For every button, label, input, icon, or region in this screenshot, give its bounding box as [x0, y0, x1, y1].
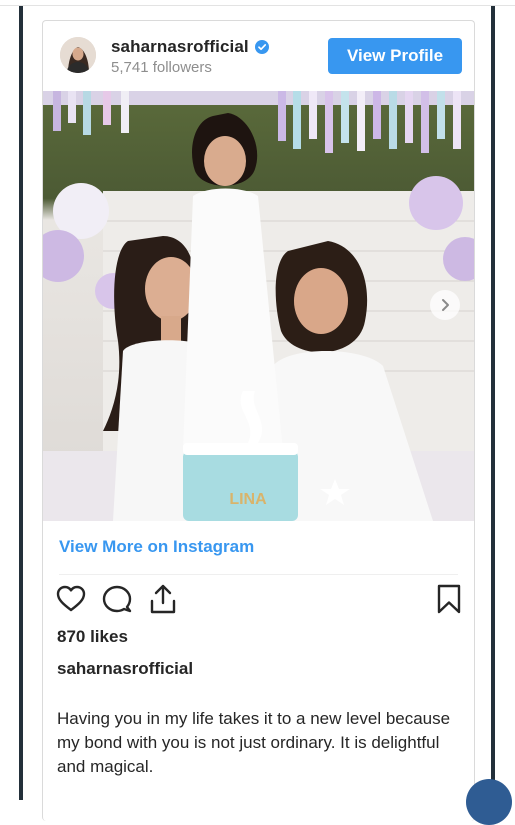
- post-caption: Having you in my life takes it to a new …: [57, 707, 457, 779]
- action-bar: [55, 583, 465, 619]
- view-profile-button[interactable]: View Profile: [328, 38, 462, 74]
- top-divider: [0, 5, 515, 6]
- embed-header: saharnasrofficial 5,741 followers View P…: [43, 21, 474, 91]
- avatar[interactable]: [60, 37, 96, 73]
- share-icon: [147, 583, 179, 615]
- floating-action-button[interactable]: [466, 779, 512, 825]
- likes-count[interactable]: 870 likes: [57, 627, 128, 647]
- bookmark-icon: [433, 583, 465, 615]
- comment-icon: [101, 583, 133, 615]
- caption-username[interactable]: saharnasrofficial: [57, 659, 193, 679]
- username-text: saharnasrofficial: [111, 37, 249, 57]
- left-border-bar: [19, 6, 23, 800]
- save-button[interactable]: [433, 583, 465, 615]
- comment-button[interactable]: [101, 583, 133, 615]
- post-divider: [59, 574, 458, 575]
- post-image: LINA: [43, 91, 474, 521]
- username-link[interactable]: saharnasrofficial: [111, 37, 269, 57]
- like-button[interactable]: [55, 583, 87, 615]
- post-photo[interactable]: LINA: [43, 91, 474, 521]
- instagram-embed-card: saharnasrofficial 5,741 followers View P…: [42, 20, 475, 821]
- cake-text: LINA: [229, 491, 267, 508]
- heart-icon: [55, 583, 87, 615]
- share-button[interactable]: [147, 583, 179, 615]
- right-border-bar: [491, 6, 495, 800]
- chevron-right-icon: [438, 298, 452, 312]
- verified-badge-icon: [255, 40, 269, 54]
- view-more-on-instagram-link[interactable]: View More on Instagram: [59, 537, 254, 557]
- followers-count: 5,741 followers: [111, 59, 212, 76]
- next-photo-button[interactable]: [430, 290, 460, 320]
